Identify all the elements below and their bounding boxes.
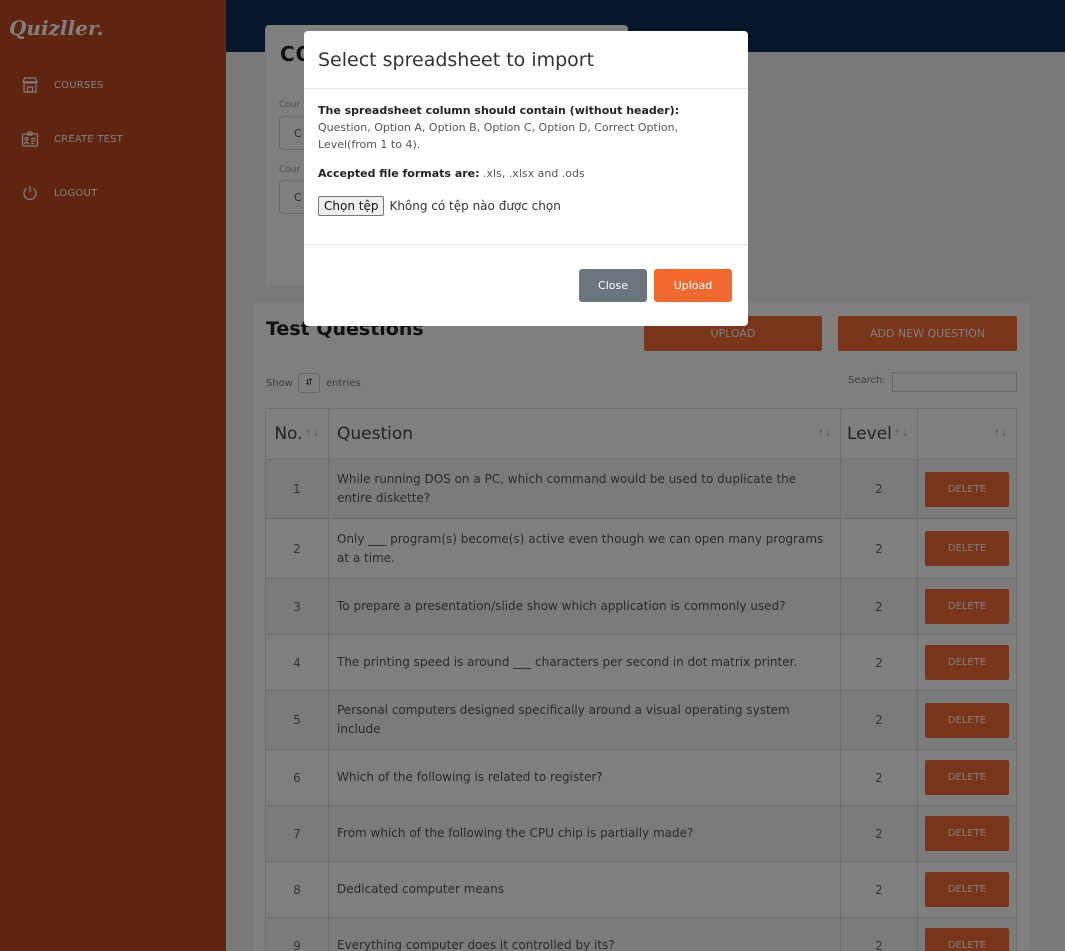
modal-body: The spreadsheet column should contain (w… bbox=[304, 89, 748, 245]
formats-line: Accepted file formats are: .xls, .xlsx a… bbox=[318, 167, 734, 180]
close-button[interactable]: Close bbox=[579, 269, 647, 302]
file-status: Không có tệp nào được chọn bbox=[389, 199, 561, 213]
modal-upload-button[interactable]: Upload bbox=[654, 269, 732, 302]
choose-file-button[interactable]: Chọn tệp bbox=[318, 196, 385, 216]
columns-heading: The spreadsheet column should contain (w… bbox=[318, 104, 680, 117]
file-input: Chọn tệp Không có tệp nào được chọn bbox=[318, 196, 734, 216]
columns-text: Question, Option A, Option B, Option C, … bbox=[318, 121, 679, 151]
modal-title: Select spreadsheet to import bbox=[304, 31, 748, 89]
import-modal: Select spreadsheet to import The spreads… bbox=[304, 31, 748, 326]
formats-label: Accepted file formats are: bbox=[318, 167, 480, 180]
formats-value: .xls, .xlsx and .ods bbox=[479, 167, 585, 180]
